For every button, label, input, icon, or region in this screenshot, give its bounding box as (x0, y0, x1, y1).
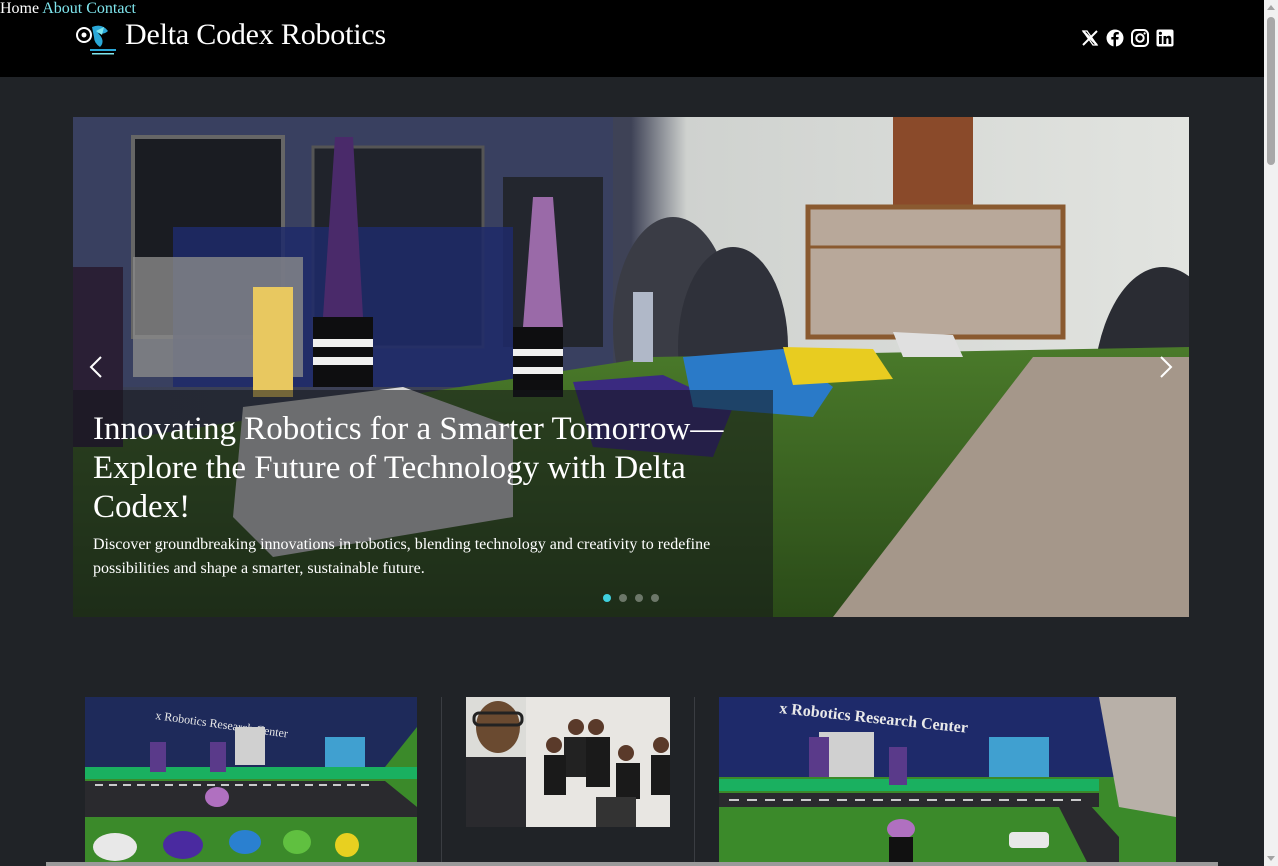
carousel-dot-4[interactable] (651, 594, 659, 602)
carousel-indicators (603, 594, 659, 602)
carousel-dot-3[interactable] (635, 594, 643, 602)
card-divider (441, 697, 442, 866)
carousel-prev-icon[interactable] (87, 355, 107, 379)
scroll-up-icon[interactable] (1267, 5, 1275, 10)
nav-about[interactable]: About (42, 0, 82, 17)
card-image-research-center-1[interactable]: x Robotics Research Center (85, 697, 417, 866)
instagram-icon[interactable] (1131, 29, 1149, 47)
robot-logo-icon[interactable] (74, 21, 118, 57)
card-image-research-center-2[interactable]: x Robotics Research Center (719, 697, 1176, 866)
carousel-next-icon[interactable] (1155, 355, 1175, 379)
card-divider (694, 697, 695, 866)
facebook-icon[interactable] (1106, 29, 1124, 47)
card-image-team-selfie[interactable] (466, 697, 670, 827)
hero-title: Innovating Robotics for a Smarter Tomorr… (93, 411, 724, 525)
brand-name[interactable]: Delta Codex Robotics (125, 18, 386, 52)
nav-contact[interactable]: Contact (86, 0, 136, 17)
site-header: Delta Codex Robotics Home About Contact (0, 0, 1264, 77)
hero-carousel[interactable]: Innovating Robotics for a Smarter Tomorr… (73, 117, 1189, 617)
vertical-scrollbar[interactable] (1264, 0, 1278, 866)
scroll-down-icon[interactable] (1267, 856, 1275, 861)
x-icon[interactable] (1081, 29, 1099, 47)
carousel-dot-1[interactable] (603, 594, 611, 602)
hero-description: Discover groundbreaking innovations in r… (93, 536, 711, 577)
nav-home[interactable]: Home (0, 0, 39, 17)
scroll-thumb[interactable] (1267, 17, 1275, 165)
carousel-dot-2[interactable] (619, 594, 627, 602)
horizontal-scrollbar[interactable] (46, 862, 1218, 866)
linkedin-icon[interactable] (1156, 29, 1174, 47)
